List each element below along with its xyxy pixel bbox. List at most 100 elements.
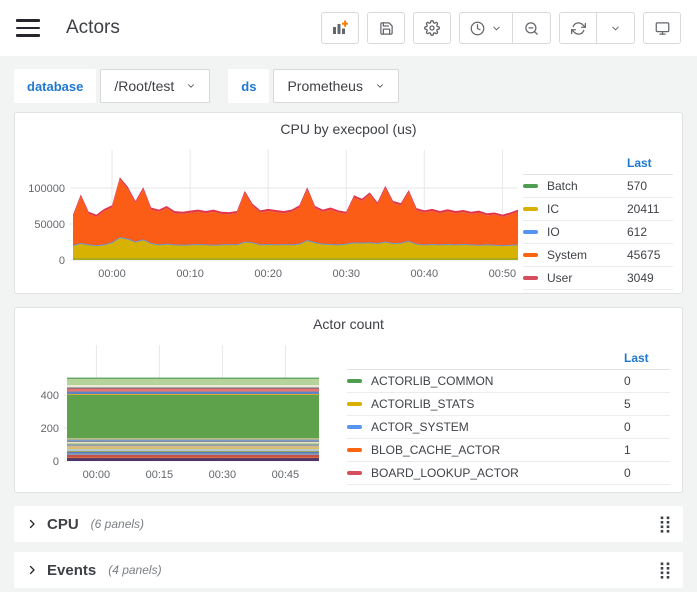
legend-swatch-spacer — [523, 161, 538, 165]
legend-series-label[interactable]: ACTORLIB_STATS — [371, 397, 624, 411]
legend-series-label[interactable]: ACTORLIB_COMMON — [371, 374, 624, 388]
legend-series-last-value: 45675 — [627, 248, 673, 262]
legend-header-row: Last — [523, 152, 673, 175]
zoom-out-icon — [524, 21, 539, 36]
monitor-icon — [655, 21, 670, 36]
chevron-down-icon — [375, 81, 385, 91]
legend-row: ACTORLIB_STATS5 — [347, 393, 670, 416]
legend-series-swatch[interactable] — [523, 276, 538, 280]
grip-icon — [660, 516, 671, 533]
svg-text:00:30: 00:30 — [209, 469, 237, 481]
legend-series-last-value: 3049 — [627, 271, 673, 285]
chevron-right-icon — [26, 518, 38, 530]
time-controls — [459, 12, 551, 44]
legend-last-header[interactable]: Last — [627, 156, 673, 170]
legend-series-last-value: 570 — [627, 179, 673, 193]
svg-text:00:00: 00:00 — [98, 268, 126, 280]
time-range-button[interactable] — [459, 12, 513, 44]
chevron-down-icon — [610, 23, 621, 34]
legend-series-swatch[interactable] — [523, 184, 538, 188]
svg-text:100000: 100000 — [28, 183, 65, 195]
add-panel-button[interactable] — [321, 12, 359, 44]
clock-icon — [470, 21, 485, 36]
cpu-execpool-chart[interactable]: 05000010000000:0000:1000:2000:3000:4000:… — [23, 142, 523, 292]
legend-series-label[interactable]: IO — [547, 225, 627, 239]
legend-swatch-spacer — [347, 356, 362, 360]
save-icon — [379, 21, 394, 36]
svg-text:00:40: 00:40 — [411, 268, 439, 280]
menu-icon — [16, 19, 40, 22]
legend-row: BLOB_CACHE_ACTOR1 — [347, 439, 670, 462]
legend-series-last-value: 0 — [624, 420, 670, 434]
refresh-interval-button[interactable] — [597, 12, 635, 44]
legend-series-label[interactable]: User — [547, 271, 627, 285]
legend-series-swatch[interactable] — [523, 207, 538, 211]
variable-value-database: /Root/test — [114, 78, 174, 94]
legend-series-last-value: 1 — [624, 443, 670, 457]
legend-series-swatch[interactable] — [347, 448, 362, 452]
row-title: CPU — [47, 516, 79, 533]
zoom-out-button[interactable] — [513, 12, 551, 44]
legend-last-header[interactable]: Last — [624, 351, 670, 365]
row-cpu[interactable]: CPU (6 panels) — [14, 506, 683, 542]
refresh-icon — [571, 21, 586, 36]
chevron-down-icon — [186, 81, 196, 91]
panel-title-cpu-execpool[interactable]: CPU by execpool (us) — [23, 118, 674, 142]
legend-series-label[interactable]: Batch — [547, 179, 627, 193]
svg-text:50000: 50000 — [34, 219, 65, 231]
legend-row: User3049 — [523, 267, 673, 290]
svg-text:0: 0 — [59, 255, 65, 267]
row-panel-count: (6 panels) — [91, 517, 144, 531]
legend-header-row: Last — [347, 347, 670, 370]
legend-row: System45675 — [523, 244, 673, 267]
legend-series-swatch[interactable] — [347, 402, 362, 406]
variable-select-database[interactable]: /Root/test — [100, 69, 210, 103]
svg-text:00:50: 00:50 — [489, 268, 517, 280]
legend-series-last-value: 20411 — [627, 202, 673, 216]
variable-select-ds[interactable]: Prometheus — [273, 69, 398, 103]
variable-ds: ds Prometheus — [228, 69, 399, 103]
legend-series-swatch[interactable] — [347, 471, 362, 475]
row-events[interactable]: Events (4 panels) — [14, 552, 683, 588]
svg-text:400: 400 — [41, 390, 59, 402]
legend-row: ACTOR_SYSTEM0 — [347, 416, 670, 439]
legend-series-last-value: 612 — [627, 225, 673, 239]
legend-series-swatch[interactable] — [523, 230, 538, 234]
legend-series-swatch[interactable] — [347, 425, 362, 429]
legend-series-swatch[interactable] — [347, 379, 362, 383]
legend-row: ACTORLIB_COMMON0 — [347, 370, 670, 393]
legend-series-label[interactable]: BOARD_LOOKUP_ACTOR — [371, 466, 624, 480]
legend-series-swatch[interactable] — [523, 253, 538, 257]
legend-series-last-value: 0 — [624, 374, 670, 388]
panel-title-actor-count[interactable]: Actor count — [23, 313, 674, 337]
top-navbar: Actors — [0, 0, 697, 56]
svg-text:200: 200 — [41, 423, 59, 435]
legend-series-label[interactable]: ACTOR_SYSTEM — [371, 420, 624, 434]
add-panel-icon — [332, 20, 348, 36]
svg-text:00:10: 00:10 — [176, 268, 204, 280]
dashboard-settings-button[interactable] — [413, 12, 451, 44]
legend-row: IC20411 — [523, 198, 673, 221]
actor-count-chart[interactable]: 020040000:0000:1500:3000:45 — [23, 337, 333, 492]
svg-text:00:45: 00:45 — [272, 469, 300, 481]
grip-icon — [660, 562, 671, 579]
row-drag-handle[interactable] — [660, 562, 671, 579]
menu-button[interactable] — [16, 19, 40, 37]
legend-series-label[interactable]: IC — [547, 202, 627, 216]
legend-series-label[interactable]: System — [547, 248, 627, 262]
refresh-controls — [559, 12, 635, 44]
svg-text:00:00: 00:00 — [83, 469, 111, 481]
tv-mode-button[interactable] — [643, 12, 681, 44]
chevron-right-icon — [26, 564, 38, 576]
svg-text:00:20: 00:20 — [254, 268, 282, 280]
save-dashboard-button[interactable] — [367, 12, 405, 44]
legend-series-label[interactable]: BLOB_CACHE_ACTOR — [371, 443, 624, 457]
gear-icon — [424, 20, 440, 36]
row-drag-handle[interactable] — [660, 516, 671, 533]
refresh-button[interactable] — [559, 12, 597, 44]
variable-value-ds: Prometheus — [287, 78, 362, 94]
legend-series-last-value: 0 — [624, 466, 670, 480]
legend-row: IO612 — [523, 221, 673, 244]
cpu-execpool-legend: LastBatch570IC20411IO612System45675User3… — [523, 152, 673, 290]
row-panel-count: (4 panels) — [108, 563, 161, 577]
